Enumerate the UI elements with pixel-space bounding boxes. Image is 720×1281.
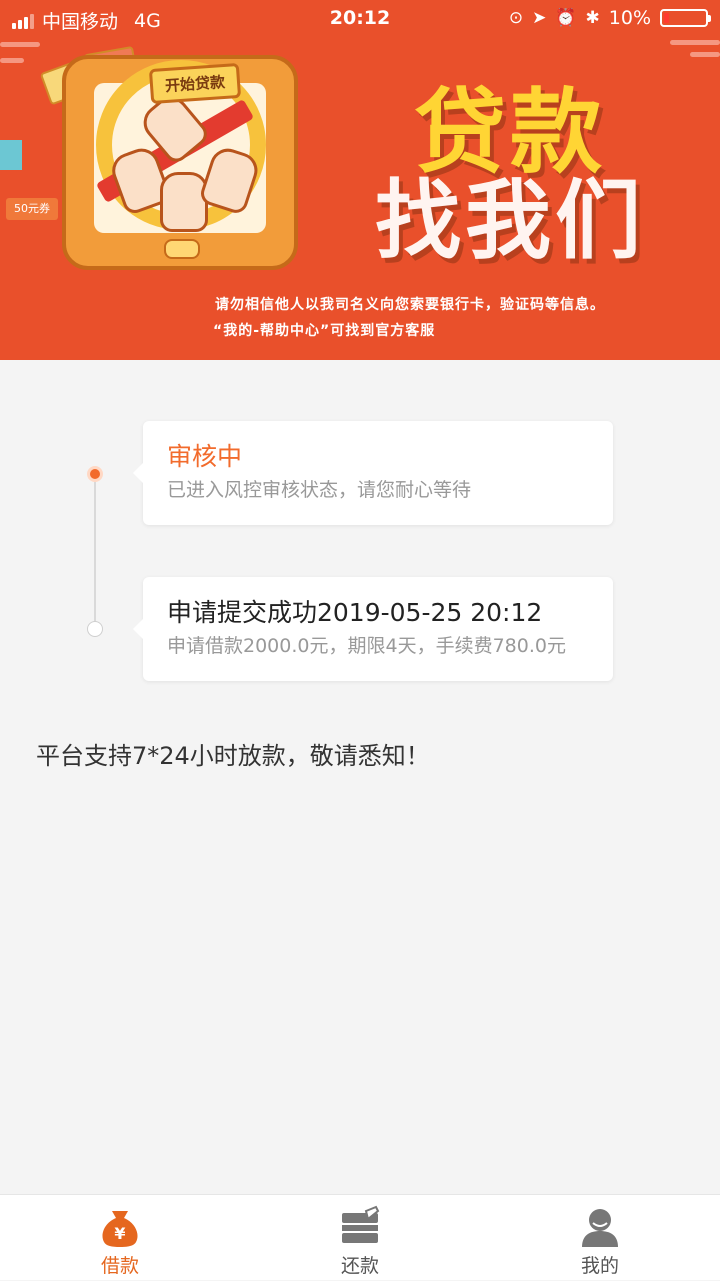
timeline-dot-active [87, 466, 103, 482]
status-subtitle: 已进入风控审核状态，请您耐心等待 [167, 479, 472, 501]
status-card-submitted: 申请提交成功2019-05-25 20:12 申请借款2000.0元，期限4天，… [133, 577, 613, 681]
status-bar: 中国移动 4G 20:12 ⊙ ➤ ⏰ ✱ 10% [0, 0, 720, 38]
phone-home-button [164, 239, 200, 259]
start-loan-tag: 开始贷款 [148, 62, 242, 105]
alarm-icon: ⏰ [555, 8, 577, 28]
promo-banner[interactable]: 中国移动 4G 20:12 ⊙ ➤ ⏰ ✱ 10% 50元券 开始贷款 贷款 找… [0, 0, 720, 360]
bluetooth-icon: ✱ [585, 8, 600, 28]
hand-illustration [160, 172, 208, 232]
tab-loan[interactable]: ¥ 借款 [0, 1195, 240, 1281]
tab-label: 借款 [100, 1255, 139, 1277]
battery-percent: 10% [608, 7, 651, 29]
tab-label: 我的 [580, 1255, 619, 1277]
tab-repay[interactable]: 还款 [240, 1195, 480, 1281]
loan-bag-icon: ¥ [102, 1211, 138, 1247]
decor-line [690, 52, 720, 57]
battery-icon [660, 9, 711, 27]
gift-icon [0, 140, 22, 170]
lock-rotation-icon: ⊙ [508, 8, 524, 28]
help-center-notice: “我的-帮助中心”可找到官方客服 [213, 323, 436, 339]
timeline-line [94, 474, 96, 628]
security-notice: 请勿相信他人以我司名义向您索要银行卡，验证码等信息。 [215, 297, 605, 313]
banner-headline-2: 找我们 [375, 171, 645, 271]
timeline-dot [87, 621, 103, 637]
status-title: 申请提交成功2019-05-25 20:12 [167, 598, 543, 627]
tab-mine[interactable]: 我的 [480, 1195, 720, 1281]
status-card-reviewing: 审核中 已进入风控审核状态，请您耐心等待 [133, 421, 613, 525]
repay-card-icon [342, 1205, 380, 1243]
decor-line [670, 40, 720, 45]
user-icon [582, 1209, 618, 1247]
svg-text:¥: ¥ [114, 1224, 125, 1243]
coupon-tag: 50元券 [6, 198, 58, 220]
status-title: 审核中 [167, 442, 243, 471]
platform-note: 平台支持7*24小时放款，敬请悉知！ [36, 742, 430, 770]
tab-label: 还款 [340, 1255, 379, 1277]
decor-line [0, 58, 24, 63]
decor-line [0, 42, 40, 47]
bottom-tab-bar: ¥ 借款 还款 我的 [0, 1194, 720, 1280]
status-subtitle: 申请借款2000.0元，期限4天，手续费780.0元 [167, 635, 566, 657]
location-icon: ➤ [532, 8, 547, 28]
